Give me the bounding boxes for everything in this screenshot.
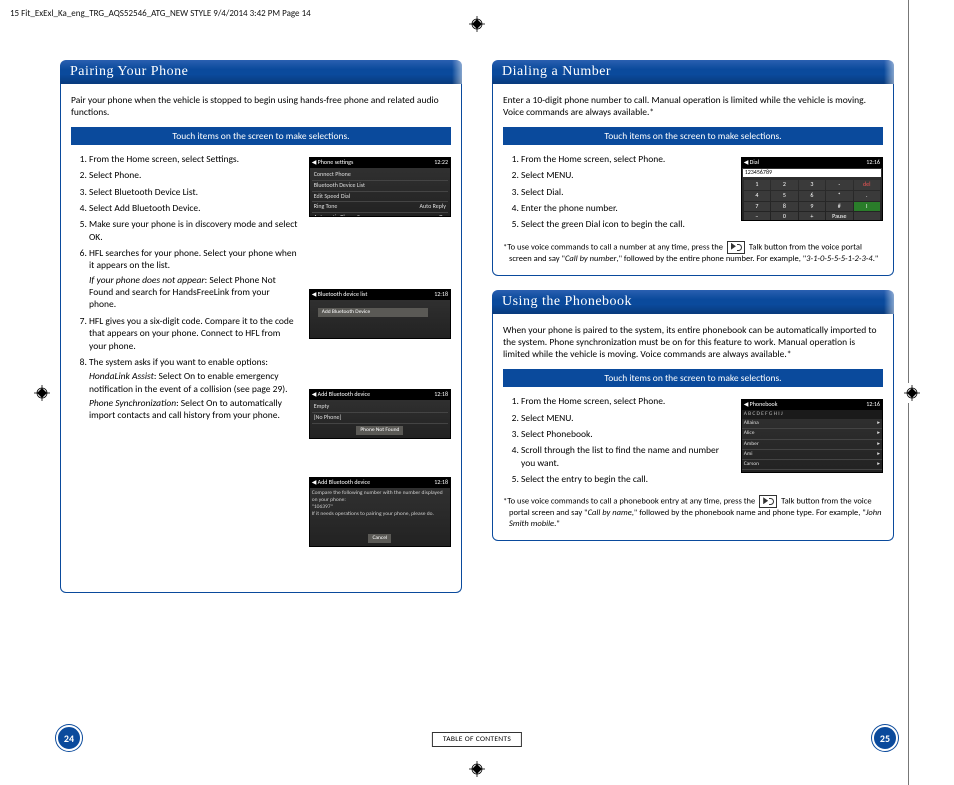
phonebook-footnote: *To use voice commands to call a phonebo… xyxy=(503,495,883,530)
section-title-pairing: Pairing Your Phone xyxy=(60,60,462,84)
registration-mark-top xyxy=(469,16,485,32)
page-right: Dialing a Number Enter a 10-digit phone … xyxy=(492,60,894,725)
toc-link[interactable]: TABLE OF CONTENTS xyxy=(432,732,522,747)
doc-slugline: 15 Fit_ExExl_Ka_eng_TRG_AQS52546_ATG_NEW… xyxy=(10,8,311,19)
step: HFL gives you a six-digit code. Compare … xyxy=(89,315,299,352)
screenshot-device-list: ◀ Bluetooth device list12:18 Add Bluetoo… xyxy=(309,289,451,339)
screenshot-phone-settings: ◀ Phone settings12:22 Connect Phone Blue… xyxy=(309,157,451,217)
touch-banner: Touch items on the screen to make select… xyxy=(503,127,883,145)
step: Select the entry to begin the call. xyxy=(521,473,731,485)
touch-banner: Touch items on the screen to make select… xyxy=(503,369,883,387)
step: Make sure your phone is in discovery mod… xyxy=(89,218,299,243)
section-title-dialing: Dialing a Number xyxy=(492,60,894,84)
step: Scroll through the list to find the name… xyxy=(521,444,731,469)
pairing-steps: From the Home screen, select Settings. S… xyxy=(71,153,299,422)
touch-banner: Touch items on the screen to make select… xyxy=(71,127,451,145)
screenshot-phonebook: ◀ Phonebook 12:16 A B C D E F G H I J Al… xyxy=(741,399,883,473)
step: Select Dial. xyxy=(521,186,731,198)
step: HFL searches for your phone. Select your… xyxy=(89,247,299,311)
step: Enter the phone number. xyxy=(521,202,731,214)
talk-icon xyxy=(727,241,745,254)
page-number-right: 25 xyxy=(872,725,898,751)
dialing-footnote: *To use voice commands to call a number … xyxy=(503,241,883,265)
step: Select MENU. xyxy=(521,169,731,181)
step: Select the green Dial icon to begin the … xyxy=(521,218,731,230)
dial-keypad: 123-del 456*. 789#I −0+Pause xyxy=(742,178,882,221)
step: Select MENU. xyxy=(521,412,731,424)
section-title-phonebook: Using the Phonebook xyxy=(492,290,894,314)
step: Select Phonebook. xyxy=(521,428,731,440)
step: From the Home screen, select Phone. xyxy=(521,395,731,407)
screenshot-dial: ◀ Dial 12:16 123456789 123-del 456*. 789… xyxy=(741,157,883,221)
pairing-intro: Pair your phone when the vehicle is stop… xyxy=(71,94,451,119)
dialing-intro: Enter a 10-digit phone number to call. M… xyxy=(503,94,883,119)
step: Select Phone. xyxy=(89,169,299,181)
screenshot-pairing-code: ◀ Add Bluetooth device12:18 Compare the … xyxy=(309,477,451,547)
page-left: Pairing Your Phone Pair your phone when … xyxy=(60,60,462,725)
step: Select Add Bluetooth Device. xyxy=(89,202,299,214)
screenshot-add-device: ◀ Add Bluetooth device12:18 Empty [No Ph… xyxy=(309,389,451,439)
step: From the Home screen, select Settings. xyxy=(89,153,299,165)
phonebook-steps: From the Home screen, select Phone. Sele… xyxy=(503,395,731,485)
step: The system asks if you want to enable op… xyxy=(89,356,299,422)
dialing-steps: From the Home screen, select Phone. Sele… xyxy=(503,153,731,231)
registration-mark-left xyxy=(32,383,52,403)
step: From the Home screen, select Phone. xyxy=(521,153,731,165)
talk-icon xyxy=(759,495,777,508)
step: Select Bluetooth Device List. xyxy=(89,186,299,198)
registration-mark-bottom xyxy=(469,761,485,777)
phonebook-intro: When your phone is paired to the system,… xyxy=(503,324,883,361)
registration-mark-right xyxy=(902,383,922,403)
page-number-left: 24 xyxy=(56,725,82,751)
